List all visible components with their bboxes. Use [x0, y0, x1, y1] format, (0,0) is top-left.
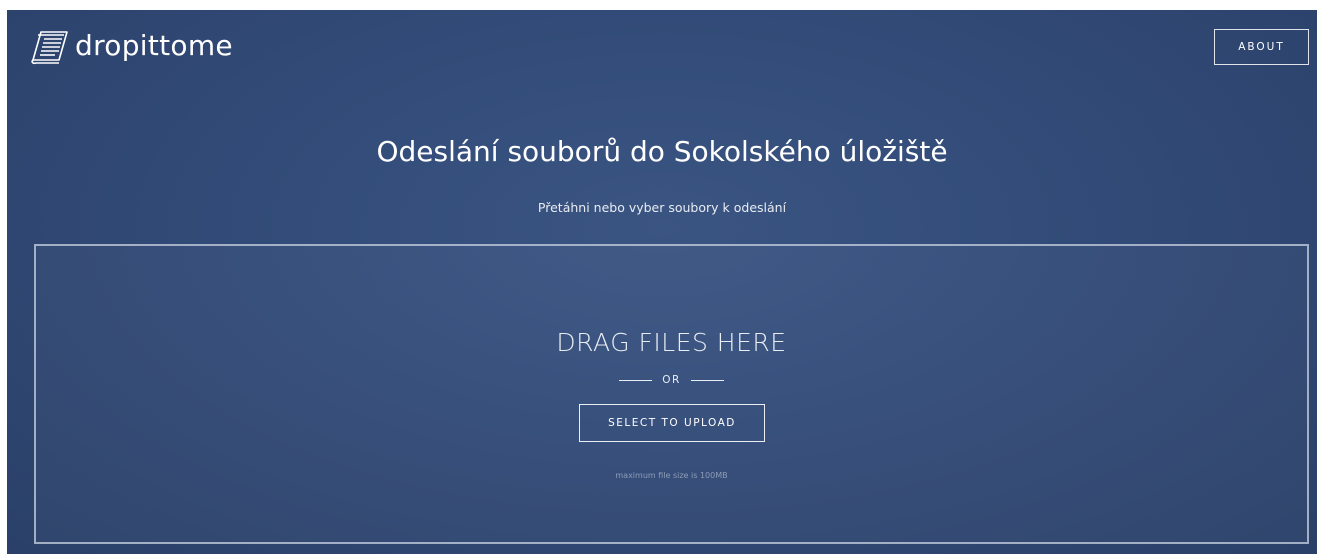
about-button[interactable]: ABOUT	[1214, 29, 1309, 65]
divider-line-left	[619, 379, 653, 381]
page-title: Odeslání souborů do Sokolského úložiště	[376, 135, 948, 168]
divider-line-right	[690, 379, 724, 381]
document-stack-icon	[31, 31, 68, 65]
or-text: OR	[662, 374, 681, 386]
select-to-upload-button[interactable]: SELECT TO UPLOAD	[579, 404, 765, 442]
drag-files-text: DRAG FILES HERE	[556, 328, 787, 357]
logo-link[interactable]: dropittome	[29, 26, 233, 66]
page: dropittome ABOUT Odeslání souborů do Sok…	[7, 10, 1317, 554]
page-subtitle: Přetáhni nebo vyber soubory k odeslání	[537, 200, 787, 215]
logo-text: dropittome	[75, 29, 233, 62]
or-divider: OR	[36, 373, 1307, 387]
file-dropzone[interactable]: DRAG FILES HERE OR SELECT TO UPLOAD maxi…	[34, 244, 1309, 544]
max-file-size-note: maximum file size is 100MB	[615, 471, 728, 480]
